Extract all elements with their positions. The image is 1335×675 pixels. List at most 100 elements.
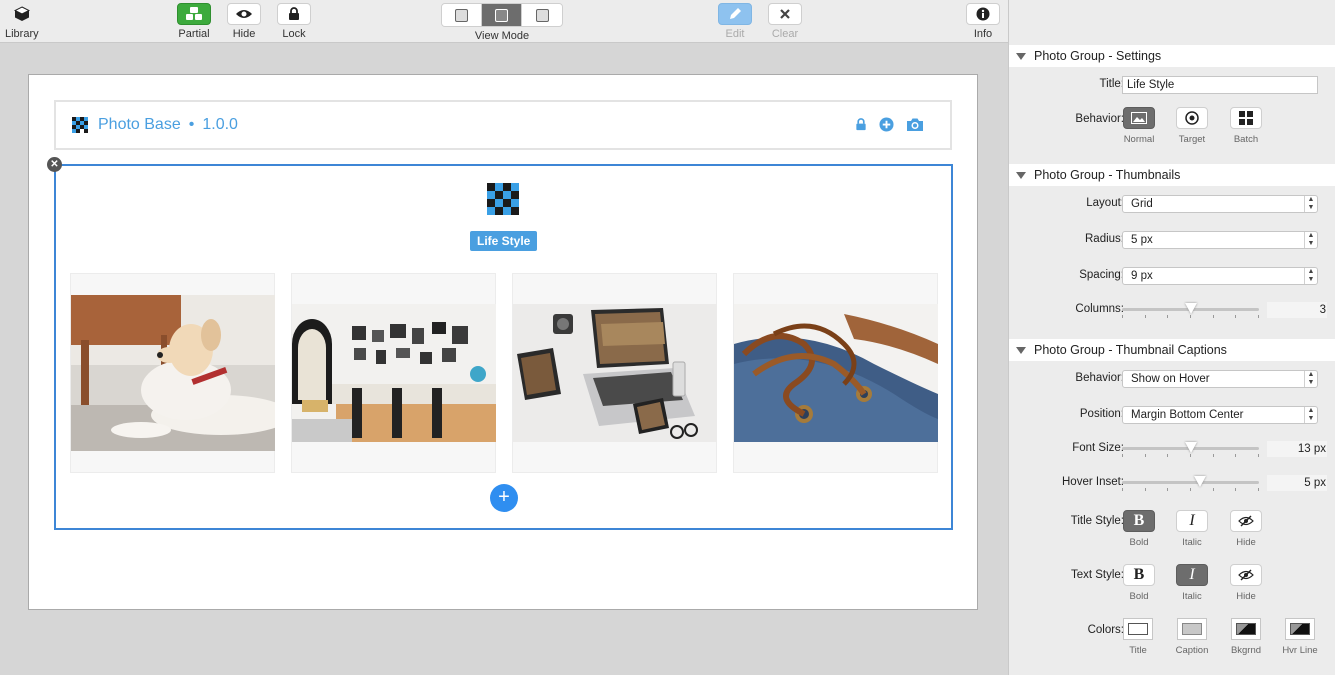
- caption-position-select[interactable]: Margin Bottom Center ▲ ▼: [1122, 406, 1318, 424]
- clear-button[interactable]: [768, 3, 802, 25]
- background-color-swatch: [1236, 623, 1256, 635]
- title-style-hide-caption: Hide: [1236, 537, 1256, 548]
- hide-button[interactable]: [227, 3, 261, 25]
- toolbar: Library Partial Hide Lock View Mode Edit: [0, 0, 1008, 43]
- title-style-row: Title Style: B Bold I Italic Hide: [1009, 510, 1335, 550]
- hover-inset-slider[interactable]: [1122, 476, 1259, 491]
- behavior-batch-button[interactable]: [1230, 107, 1262, 129]
- hover-line-color-well[interactable]: [1285, 618, 1315, 640]
- header-stack[interactable]: Photo Base • 1.0.0: [54, 100, 952, 150]
- columns-label: Columns:: [1075, 303, 1124, 315]
- title-style-bold-button[interactable]: B: [1123, 510, 1155, 532]
- slider-track: [1122, 481, 1259, 484]
- disclosure-triangle-icon[interactable]: [1016, 346, 1026, 354]
- cube-icon: [13, 3, 30, 25]
- layout-value: Grid: [1131, 198, 1153, 210]
- laptop-photo: [513, 304, 717, 442]
- info-button[interactable]: [966, 3, 1000, 25]
- inspector-top-bar: [1009, 0, 1335, 43]
- lock-icon[interactable]: [855, 118, 867, 131]
- font-size-value[interactable]: 13 px: [1267, 441, 1327, 457]
- background-color-well[interactable]: [1231, 618, 1261, 640]
- chevron-updown-icon: ▲ ▼: [1304, 371, 1317, 387]
- blocks-icon: [186, 7, 202, 20]
- caption-behavior-select[interactable]: Show on Hover ▲ ▼: [1122, 370, 1318, 388]
- edit-button[interactable]: [718, 3, 752, 25]
- title-style-label: Title Style:: [1070, 515, 1124, 527]
- slider-knob[interactable]: [1184, 442, 1197, 453]
- font-size-slider[interactable]: [1122, 442, 1259, 457]
- view-mode-medium-button[interactable]: [482, 4, 522, 26]
- edit-tool[interactable]: Edit: [718, 3, 752, 40]
- info-tool[interactable]: Info: [966, 3, 1000, 40]
- colors-row: Colors: Title Caption Bkgrnd Hvr Line: [1009, 618, 1335, 660]
- library-tool[interactable]: Library: [5, 3, 39, 40]
- title-separator: •: [188, 116, 195, 133]
- bold-icon: B: [1133, 566, 1145, 583]
- thumbnail[interactable]: [291, 273, 496, 473]
- square-icon: [495, 8, 508, 22]
- hover-inset-value[interactable]: 5 px: [1267, 475, 1327, 491]
- camera-icon[interactable]: [906, 117, 924, 132]
- thumbnail[interactable]: [70, 273, 275, 473]
- caption-color-caption: Caption: [1175, 645, 1209, 656]
- hide-tool[interactable]: Hide: [227, 3, 261, 40]
- captions-section-title: Photo Group - Thumbnail Captions: [1034, 343, 1227, 357]
- lock-button[interactable]: [277, 3, 311, 25]
- view-mode-label: View Mode: [474, 30, 530, 42]
- disclosure-triangle-icon[interactable]: [1016, 171, 1026, 179]
- text-style-bold-button[interactable]: B: [1123, 564, 1155, 586]
- lock-tool[interactable]: Lock: [277, 3, 311, 40]
- slider-knob[interactable]: [1194, 476, 1207, 487]
- group-title-badge: Life Style: [470, 231, 538, 251]
- chevron-updown-icon: ▲ ▼: [1304, 232, 1317, 248]
- title-field[interactable]: Life Style: [1122, 76, 1318, 94]
- title-style-hide-button[interactable]: [1230, 510, 1262, 532]
- settings-section-header[interactable]: Photo Group - Settings: [1009, 45, 1335, 67]
- canvas-area: Photo Base • 1.0.0 ✕ Life Style +: [0, 44, 1008, 675]
- close-icon[interactable]: ✕: [47, 157, 62, 172]
- thumbnails-section-header[interactable]: Photo Group - Thumbnails: [1009, 164, 1335, 186]
- disclosure-triangle-icon[interactable]: [1016, 52, 1026, 60]
- target-icon: [1185, 111, 1199, 125]
- caption-behavior-label: Behavior:: [1075, 372, 1124, 384]
- columns-value[interactable]: 3: [1267, 302, 1327, 318]
- view-mode-segmented-control: [441, 3, 563, 27]
- partial-button[interactable]: [177, 3, 211, 25]
- view-mode-large-button[interactable]: [522, 4, 562, 26]
- clear-tool[interactable]: Clear: [768, 3, 802, 40]
- caption-color-well[interactable]: [1177, 618, 1207, 640]
- inspector-panel: Photo Group - Settings Title: Life Style…: [1008, 0, 1335, 675]
- thumbnail[interactable]: [733, 273, 938, 473]
- library-label: Library: [5, 28, 39, 40]
- title-style-bold-caption: Bold: [1129, 537, 1149, 548]
- slider-knob[interactable]: [1184, 303, 1197, 314]
- eye-icon: [236, 10, 252, 18]
- chevron-updown-icon: ▲ ▼: [1304, 196, 1317, 212]
- thumbnail[interactable]: [512, 273, 717, 473]
- title-color-well[interactable]: [1123, 618, 1153, 640]
- caption-position-value: Margin Bottom Center: [1131, 409, 1244, 421]
- layout-select[interactable]: Grid ▲ ▼: [1122, 195, 1318, 213]
- text-style-hide-button[interactable]: [1230, 564, 1262, 586]
- text-style-row: Text Style: B Bold I Italic Hide: [1009, 564, 1335, 604]
- view-mode-small-button[interactable]: [442, 4, 482, 26]
- chevron-updown-icon: ▲ ▼: [1304, 268, 1317, 284]
- slider-ticks: [1122, 488, 1259, 491]
- captions-section-header[interactable]: Photo Group - Thumbnail Captions: [1009, 339, 1335, 361]
- spacing-select[interactable]: 9 px ▲ ▼: [1122, 267, 1318, 285]
- radius-select[interactable]: 5 px ▲ ▼: [1122, 231, 1318, 249]
- partial-tool[interactable]: Partial: [177, 3, 211, 40]
- title-style-italic-caption: Italic: [1182, 537, 1202, 548]
- behavior-target-button[interactable]: [1176, 107, 1208, 129]
- caption-behavior-value: Show on Hover: [1131, 373, 1210, 385]
- photo-group[interactable]: ✕ Life Style +: [47, 157, 953, 530]
- add-photo-button[interactable]: +: [490, 484, 518, 512]
- title-style-italic-button[interactable]: I: [1176, 510, 1208, 532]
- columns-slider[interactable]: [1122, 303, 1259, 318]
- text-style-italic-button[interactable]: I: [1176, 564, 1208, 586]
- layout-label: Layout:: [1086, 197, 1124, 209]
- text-style-italic-caption: Italic: [1182, 591, 1202, 602]
- behavior-normal-button[interactable]: [1123, 107, 1155, 129]
- add-circle-icon[interactable]: [879, 117, 894, 132]
